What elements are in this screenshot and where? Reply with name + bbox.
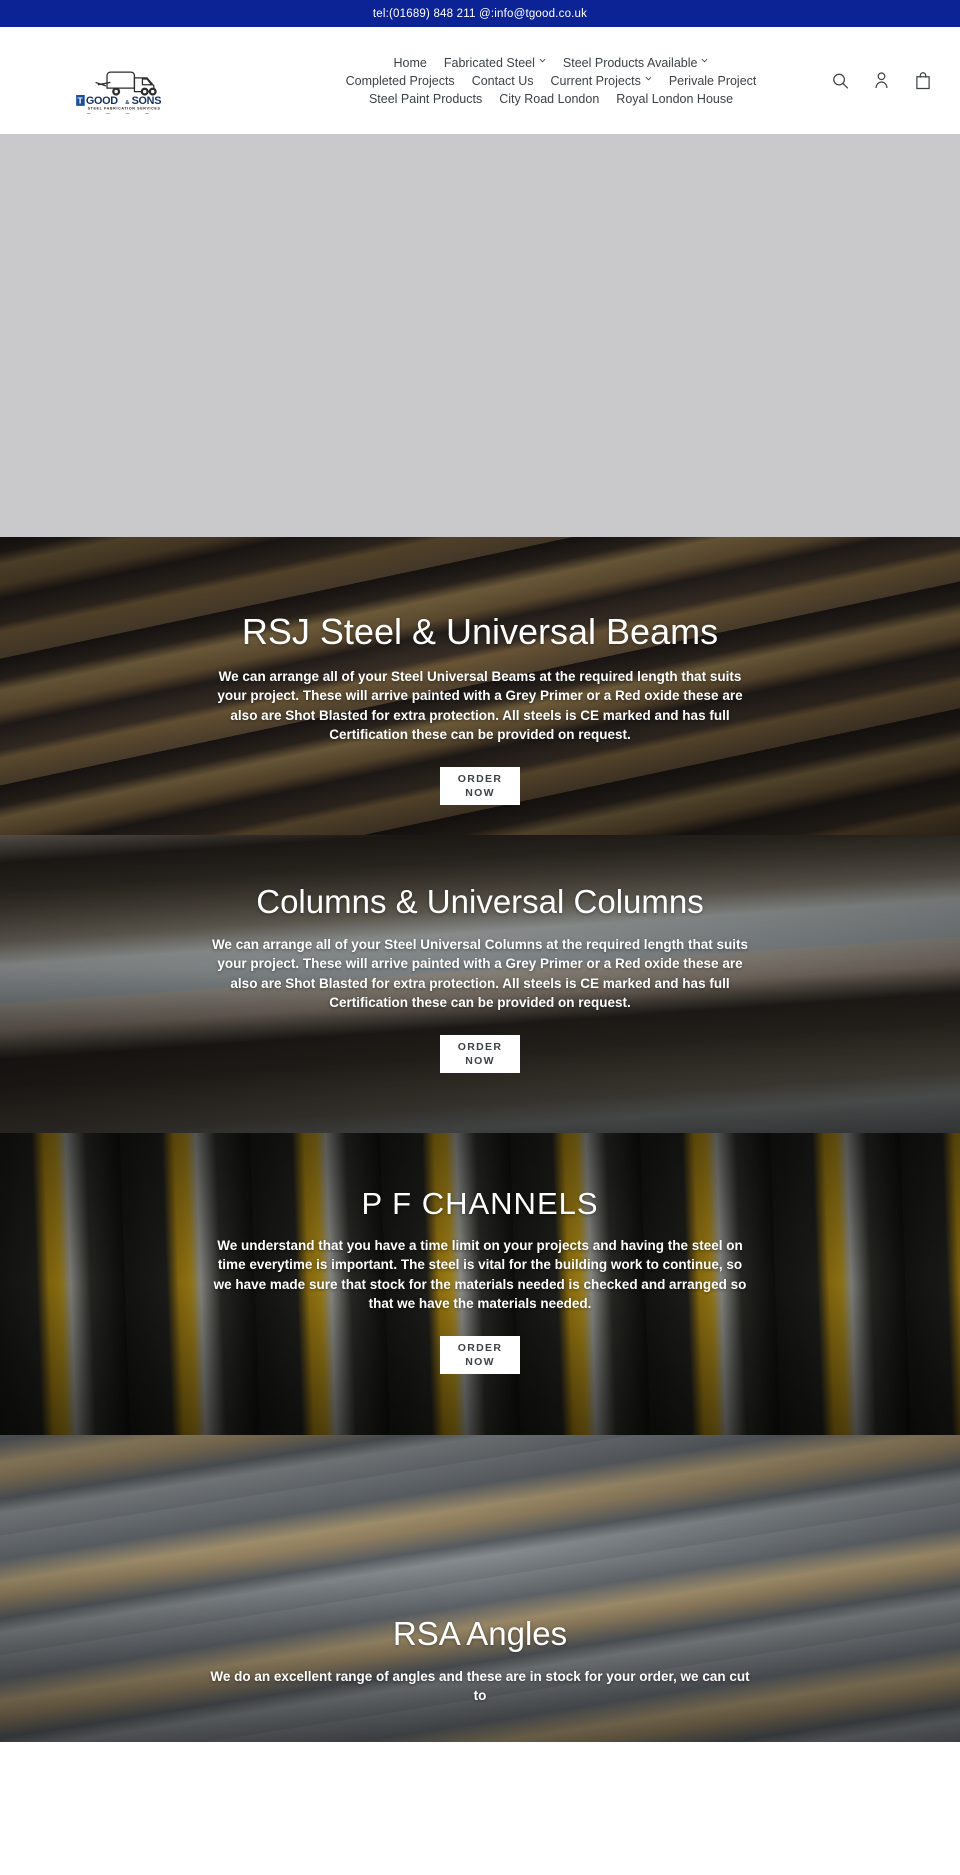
nav-item-label: Perivale Project: [668, 73, 757, 88]
feature-section-rsj: RSJ Steel & Universal Beams We can arran…: [0, 537, 960, 835]
feature-section-pf-channels: P F CHANNELS We understand that you have…: [0, 1133, 960, 1435]
nav-item-steel-paint-products[interactable]: Steel Paint Products: [369, 90, 482, 108]
order-now-button[interactable]: ORDER NOW: [440, 766, 520, 805]
nav-item-current-projects[interactable]: Current Projects: [551, 72, 652, 90]
nav-row-1: Home Fabricated Steel Steel Products Ava…: [394, 54, 709, 72]
chevron-down-icon: [645, 76, 652, 83]
section-title: RSA Angles: [392, 1615, 568, 1653]
order-now-button[interactable]: ORDER NOW: [440, 1335, 520, 1374]
main-navigation: Home Fabricated Steel Steel Products Ava…: [210, 54, 932, 108]
feature-section-columns: Columns & Universal Columns We can arran…: [0, 835, 960, 1133]
nav-item-label: Home: [393, 55, 427, 70]
nav-item-city-road-london[interactable]: City Road London: [499, 90, 599, 108]
nav-item-label: Steel Products Available: [562, 55, 698, 70]
logo-link[interactable]: T GOOD & SONS STEEL FABRICATION SERVICES: [60, 47, 210, 113]
svg-text:SONS: SONS: [132, 95, 162, 107]
order-now-label-line1: ORDER: [457, 1341, 503, 1354]
nav-item-label: Completed Projects: [345, 73, 455, 88]
chevron-down-icon: [539, 58, 546, 65]
nav-item-completed-projects[interactable]: Completed Projects: [346, 72, 455, 90]
svg-text:&: &: [125, 100, 129, 106]
section-title: RSJ Steel & Universal Beams: [241, 611, 719, 653]
nav-row-3: Steel Paint Products City Road London Ro…: [369, 90, 733, 108]
nav-item-label: Fabricated Steel: [443, 55, 535, 70]
nav-item-fabricated-steel[interactable]: Fabricated Steel: [444, 54, 546, 72]
section-body-text: We understand that you have a time limit…: [210, 1236, 750, 1314]
nav-item-label: Steel Paint Products: [368, 91, 483, 106]
announcement-text: tel:(01689) 848 211 @:info@tgood.co.uk: [372, 7, 588, 20]
header-icon-group: [831, 70, 932, 91]
order-now-label-line2: NOW: [465, 1054, 495, 1067]
nav-item-label: City Road London: [499, 91, 600, 106]
feature-section-rsa-angles: RSA Angles We do an excellent range of a…: [0, 1435, 960, 1742]
section-body-text: We can arrange all of your Steel Univers…: [217, 668, 743, 743]
announcement-bar: tel:(01689) 848 211 @:info@tgood.co.uk: [0, 0, 960, 27]
section-title: Columns & Universal Columns: [256, 883, 704, 921]
svg-text:GOOD: GOOD: [86, 95, 118, 107]
company-logo: T GOOD & SONS STEEL FABRICATION SERVICES: [76, 71, 162, 111]
section-body-text: We can arrange all of your Steel Univers…: [211, 936, 749, 1011]
order-now-label-line1: ORDER: [457, 772, 503, 785]
svg-text:STEEL FABRICATION SERVICES: STEEL FABRICATION SERVICES: [88, 107, 161, 111]
order-now-label-line1: ORDER: [457, 1040, 503, 1053]
nav-item-steel-products-available[interactable]: Steel Products Available: [563, 54, 709, 72]
nav-item-perivale-project[interactable]: Perivale Project: [669, 72, 757, 90]
search-icon[interactable]: [831, 70, 850, 91]
account-icon[interactable]: [872, 70, 891, 91]
section-body-text: We do an excellent range of angles and t…: [210, 1668, 750, 1704]
site-header: T GOOD & SONS STEEL FABRICATION SERVICES…: [0, 27, 960, 134]
nav-item-label: Royal London House: [616, 91, 734, 106]
cart-icon[interactable]: [913, 70, 932, 91]
order-now-label-line2: NOW: [465, 786, 495, 799]
nav-item-label: Contact Us: [471, 73, 534, 88]
order-now-button[interactable]: ORDER NOW: [440, 1034, 520, 1073]
chevron-down-icon: [701, 58, 708, 65]
nav-row-2: Completed Projects Contact Us Current Pr…: [346, 72, 757, 90]
nav-item-royal-london-house[interactable]: Royal London House: [616, 90, 733, 108]
section-title: P F CHANNELS: [361, 1186, 599, 1222]
hero-banner-placeholder: [0, 134, 960, 537]
nav-item-contact-us[interactable]: Contact Us: [472, 72, 534, 90]
svg-text:T: T: [78, 96, 84, 106]
nav-item-label: Current Projects: [550, 73, 641, 88]
section-body-emphasis: The steel is vital for the building work…: [400, 1257, 719, 1273]
order-now-label-line2: NOW: [465, 1355, 495, 1368]
nav-item-home[interactable]: Home: [394, 54, 427, 72]
